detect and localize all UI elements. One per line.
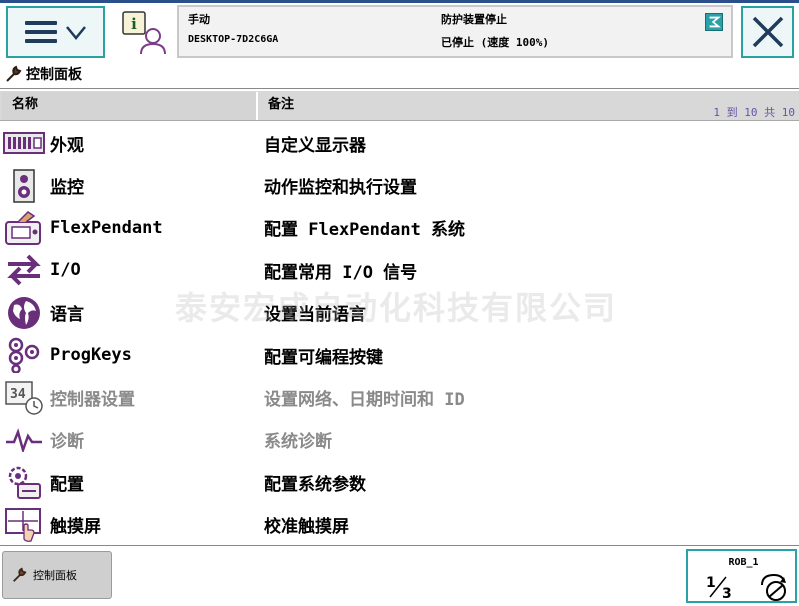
row-note: 设置当前语言 [264,305,366,326]
row-name: 触摸屏 [50,517,101,538]
table-row[interactable]: ProgKeys 配置可编程按键 [0,334,799,376]
main-menu-button[interactable] [6,6,105,58]
row-name: 语言 [50,305,84,326]
row-note: 配置可编程按键 [264,347,383,368]
row-note: 设置网络、日期时间和 ID [264,390,465,411]
taskbar-button-label: 控制面板 [33,569,77,582]
row-note: 自定义显示器 [264,135,366,156]
table-row[interactable]: 配置 配置系统参数 [0,461,799,503]
one-third-icon: 1 3 [706,575,732,599]
row-note: 配置系统参数 [264,474,366,495]
chevron-down-icon [65,26,86,40]
quickset-button[interactable]: ROB_1 1 3 [686,549,797,603]
progkeys-icon [2,337,46,374]
table-row[interactable]: 外观 自定义显示器 [0,122,799,164]
svg-text:3: 3 [722,586,732,599]
wrench-icon [13,567,27,582]
row-name: 配置 [50,474,84,495]
table-header: 名称 备注 1 到 10 共 10 [0,91,799,121]
close-button[interactable] [741,6,794,58]
row-name: 外观 [50,135,84,156]
row-name: 监控 [50,178,84,199]
touchscreen-icon [2,507,46,543]
table-row[interactable]: 监控 动作监控和执行设置 [0,164,799,206]
row-note: 配置常用 I/O 信号 [264,262,418,283]
close-icon [752,16,783,48]
taskbar-control-panel-button[interactable]: 控制面板 [2,551,112,599]
row-name: 控制器设置 [50,390,135,411]
table-row[interactable]: 诊断 系统诊断 [0,419,799,461]
flexpendant-icon [2,210,46,246]
wrench-icon [6,65,22,82]
row-name: I/O [50,260,81,281]
svg-text:34: 34 [10,387,26,402]
top-strip [0,0,799,3]
page-title: 控制面板 [4,64,82,84]
status-flag-icon [705,13,723,31]
robot-name: ROB_1 [728,557,759,568]
column-header-note[interactable]: 备注 1 到 10 共 10 [262,92,799,120]
column-header-name[interactable]: 名称 [2,92,258,120]
table-row[interactable]: 触摸屏 校准触摸屏 [0,504,799,546]
table-row[interactable]: 34 控制器设置 设置网络、日期时间和 ID [0,376,799,418]
controller-settings-icon: 34 [2,380,46,416]
table-row[interactable]: I/O 配置常用 I/O 信号 [0,249,799,291]
supervision-icon [2,168,46,204]
operating-mode: 手动 [188,13,210,26]
robot-run-icon [761,573,786,601]
globe-icon [2,295,46,331]
row-name: ProgKeys [50,345,132,366]
row-note: 动作监控和执行设置 [264,178,417,199]
system-name: DESKTOP-7D2C6GA [188,34,279,45]
row-name: FlexPendant [50,217,163,238]
diagnostics-icon [2,422,46,458]
io-arrows-icon [2,252,46,288]
run-state: 已停止 (速度 100%) [441,36,549,49]
column-header-note-label: 备注 [268,97,295,112]
row-note: 系统诊断 [264,432,332,453]
guard-status: 防护装置停止 [441,13,507,26]
control-panel-table: 名称 备注 1 到 10 共 10 外观 自定义显示器 监控 动作监控和执行设置… [0,88,799,546]
page-title-text: 控制面板 [26,67,82,83]
svg-text:i: i [131,15,137,33]
row-note: 校准触摸屏 [264,517,349,538]
appearance-icon [2,125,46,161]
row-name: 诊断 [50,432,84,453]
configuration-icon [2,464,46,500]
table-rows: 外观 自定义显示器 监控 动作监控和执行设置 FlexPendant 配置 Fl… [0,122,799,546]
status-bar[interactable]: 手动 DESKTOP-7D2C6GA 防护装置停止 已停止 (速度 100%) [177,5,733,58]
event-info-icon[interactable]: i [121,8,169,56]
taskbar: 控制面板 ROB_1 1 3 [0,546,799,606]
hamburger-icon [24,21,57,43]
row-note: 配置 FlexPendant 系统 [264,220,466,241]
table-row[interactable]: FlexPendant 配置 FlexPendant 系统 [0,207,799,249]
table-row[interactable]: 语言 设置当前语言 [0,292,799,334]
svg-text:1: 1 [706,575,716,591]
